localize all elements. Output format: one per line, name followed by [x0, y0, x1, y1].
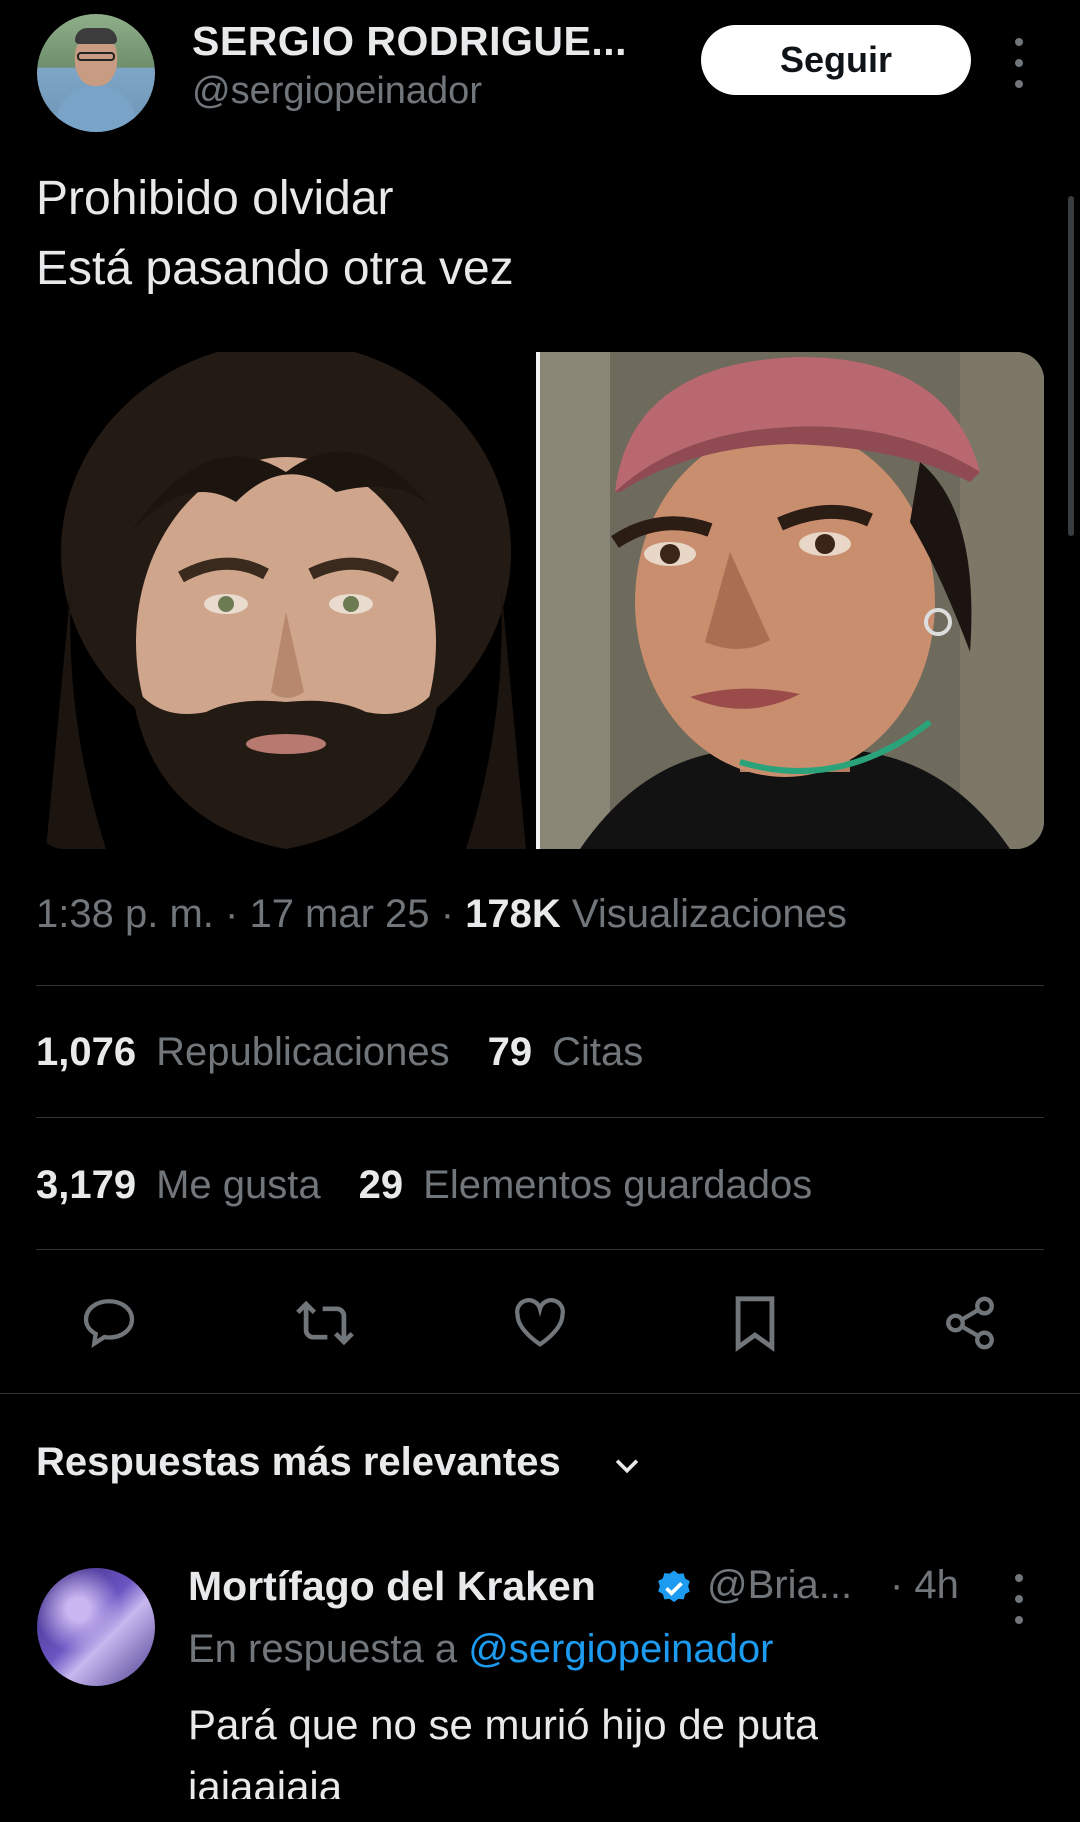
replies-sort-label[interactable]: Respuestas más relevantes [36, 1440, 561, 1485]
likes-label[interactable]: Me gusta [156, 1163, 321, 1208]
reply-context: En respuesta a @sergiopeinador [188, 1627, 774, 1671]
views-label: Visualizaciones [571, 892, 847, 936]
author-avatar[interactable] [37, 14, 155, 132]
quotes-label[interactable]: Citas [552, 1030, 643, 1075]
quotes-count[interactable]: 79 [488, 1030, 533, 1075]
tweet-photo-1[interactable] [36, 352, 536, 849]
scrollbar[interactable] [1068, 196, 1074, 536]
more-options-icon[interactable] [1007, 38, 1031, 88]
bookmarks-label[interactable]: Elementos guardados [423, 1163, 812, 1208]
like-icon [515, 1298, 565, 1347]
bookmarks-count[interactable]: 29 [359, 1163, 404, 1208]
divider [36, 985, 1044, 986]
author-name[interactable]: SERGIO RODRIGUE... [192, 18, 627, 65]
tweet-text: Prohibido olvidar Está pasando otra vez [36, 172, 514, 295]
views-count: 178K [465, 892, 561, 936]
chevron-down-icon[interactable] [610, 1448, 644, 1482]
likes-count[interactable]: 3,179 [36, 1163, 136, 1208]
stats-row-1: 1,076 Republicaciones 79 Citas [36, 1030, 681, 1075]
divider [36, 1117, 1044, 1118]
reposts-label[interactable]: Republicaciones [156, 1030, 450, 1075]
reply-icon [83, 1299, 135, 1348]
divider [36, 1249, 1044, 1250]
bookmark-button[interactable] [720, 1292, 790, 1354]
reply-more-options-icon[interactable] [1007, 1574, 1031, 1624]
reposts-count[interactable]: 1,076 [36, 1030, 136, 1075]
tweet-date[interactable]: 17 mar 25 [249, 892, 429, 936]
bookmark-icon [735, 1296, 775, 1352]
reply-mention-link[interactable]: @sergiopeinador [468, 1627, 773, 1671]
tweet-photo-2[interactable] [540, 352, 1044, 849]
reply-author-name[interactable]: Mortífago del Kraken [188, 1563, 596, 1610]
repost-icon [296, 1300, 354, 1346]
reply-time[interactable]: · 4h [890, 1563, 959, 1608]
reply-avatar[interactable] [37, 1568, 155, 1686]
like-button[interactable] [505, 1292, 575, 1354]
section-divider [0, 1393, 1080, 1394]
reply-button[interactable] [74, 1292, 144, 1354]
reply-author-handle[interactable]: @Bria... [707, 1563, 852, 1608]
repost-button[interactable] [290, 1292, 360, 1354]
tweet-meta: 1:38 p. m. · 17 mar 25 · 178K Visualizac… [36, 892, 847, 936]
tweet-time[interactable]: 1:38 p. m. [36, 892, 214, 936]
share-icon [946, 1296, 994, 1350]
share-button[interactable] [935, 1292, 1005, 1354]
stats-row-2: 3,179 Me gusta 29 Elementos guardados [36, 1163, 850, 1208]
verified-badge-icon[interactable] [654, 1568, 694, 1608]
reply-text: Pará que no se murió hijo de puta jajaaj… [188, 1701, 819, 1799]
author-handle[interactable]: @sergiopeinador [192, 70, 482, 113]
follow-button[interactable]: Seguir [701, 25, 971, 95]
